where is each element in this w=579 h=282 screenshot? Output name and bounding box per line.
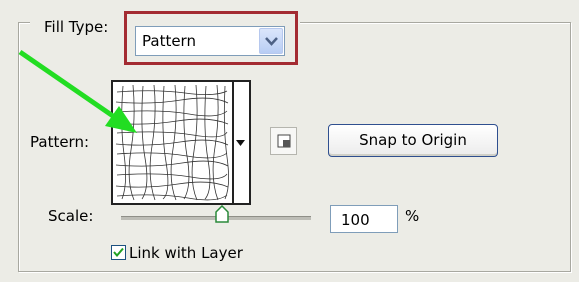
new-preset-button[interactable] xyxy=(270,127,297,155)
chevron-down-icon[interactable] xyxy=(236,140,245,146)
fill-type-select[interactable]: Pattern xyxy=(135,26,285,56)
fill-type-label: Fill Type: xyxy=(42,18,111,36)
pattern-divider xyxy=(232,82,234,203)
check-icon xyxy=(113,247,124,258)
scale-label: Scale: xyxy=(48,207,94,225)
scale-unit: % xyxy=(405,207,420,225)
link-with-layer-checkbox[interactable] xyxy=(111,245,126,260)
link-with-layer-label: Link with Layer xyxy=(129,244,243,262)
pattern-picker[interactable] xyxy=(111,80,251,205)
fill-type-value: Pattern xyxy=(142,32,196,50)
pattern-swatch xyxy=(115,84,229,201)
new-preset-icon xyxy=(277,134,291,148)
pattern-label: Pattern: xyxy=(30,133,90,151)
slider-thumb-icon[interactable] xyxy=(214,205,229,223)
snap-to-origin-button[interactable]: Snap to Origin xyxy=(328,124,498,157)
scale-input[interactable]: 100 xyxy=(330,205,398,233)
chevron-down-icon[interactable] xyxy=(259,28,283,54)
